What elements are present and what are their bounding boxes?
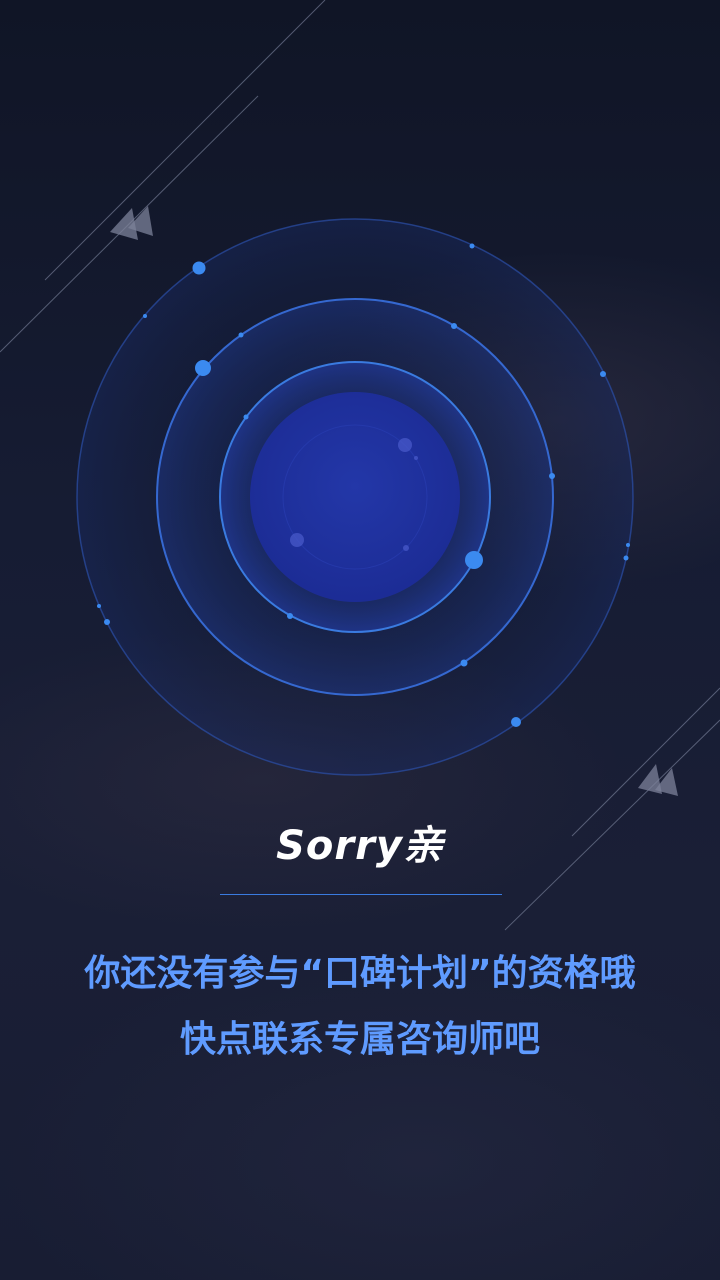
- no-qualification-screen: Sorry亲 你还没有参与“口碑计划”的资格哦 快点联系专属咨询师吧: [0, 0, 720, 1280]
- background-illustration: [0, 0, 720, 931]
- headline-divider: [220, 894, 502, 895]
- contact-advisor-message: 快点联系专属咨询师吧: [179, 1019, 540, 1060]
- no-qualification-message: 你还没有参与“口碑计划”的资格哦: [84, 953, 636, 994]
- orbit-rings: [76, 218, 634, 776]
- sorry-headline: Sorry亲: [276, 823, 444, 869]
- core-circle: [250, 392, 460, 602]
- double-arrow-icon: [110, 206, 153, 240]
- double-arrow-icon: [638, 764, 678, 796]
